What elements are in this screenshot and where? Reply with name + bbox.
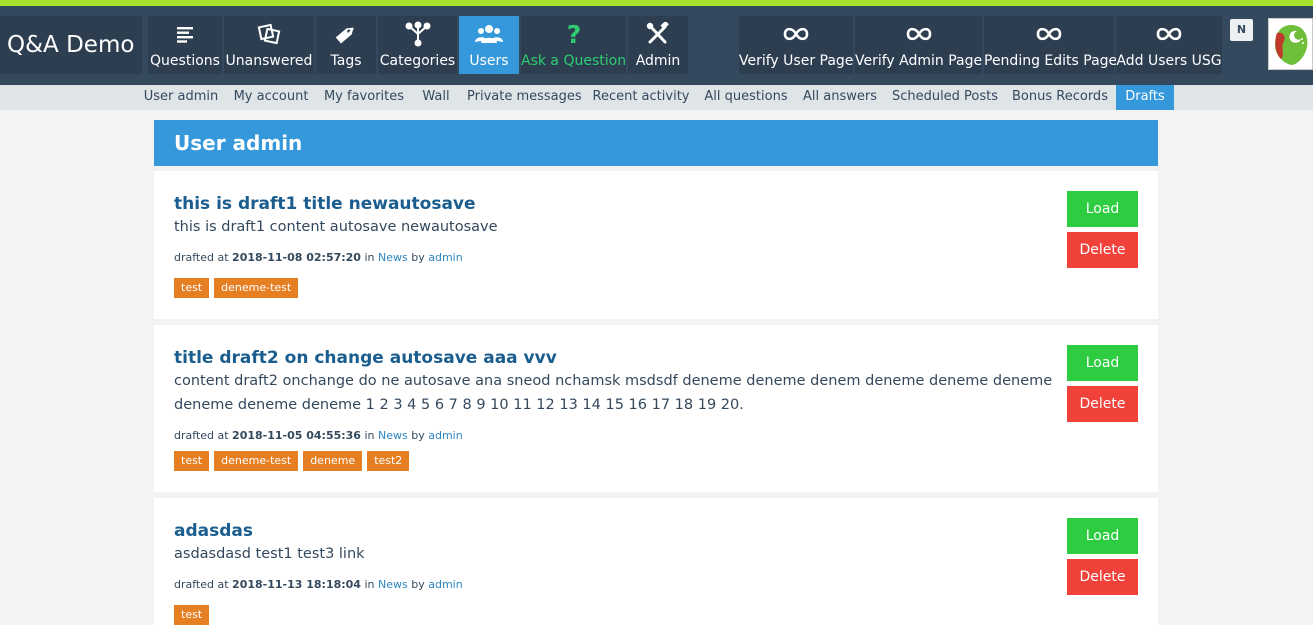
nav-verify-user-page[interactable]: Verify User Page bbox=[739, 16, 853, 74]
draft-title[interactable]: this is draft1 title newautosave bbox=[174, 194, 476, 214]
meta-prefix: drafted at bbox=[174, 578, 229, 591]
draft-title[interactable]: adasdas bbox=[174, 521, 253, 541]
nav-questions-label: Questions bbox=[150, 53, 220, 69]
nav-users[interactable]: Users bbox=[459, 16, 519, 74]
nav-pending-edits-page[interactable]: Pending Edits Page bbox=[984, 16, 1118, 74]
notification-badge[interactable]: N bbox=[1230, 19, 1253, 41]
subnav-all-answers[interactable]: All answers bbox=[801, 85, 879, 110]
delete-button[interactable]: Delete bbox=[1067, 559, 1138, 595]
tag-list: test deneme-test bbox=[174, 278, 299, 298]
nav-categories-label: Categories bbox=[379, 53, 456, 69]
meta-in: in bbox=[364, 251, 375, 264]
infinity-icon bbox=[1116, 22, 1222, 46]
sub-navigation: User admin My account My favorites Wall … bbox=[0, 85, 1313, 110]
nav-verify-user-label: Verify User Page bbox=[739, 53, 854, 69]
nav-tags-label: Tags bbox=[330, 53, 362, 69]
meta-prefix: drafted at bbox=[174, 429, 229, 442]
load-button[interactable]: Load bbox=[1067, 345, 1138, 381]
author-link[interactable]: admin bbox=[428, 429, 462, 442]
nav-admin-label: Admin bbox=[635, 53, 681, 69]
infinity-icon bbox=[855, 22, 982, 46]
tag-link[interactable]: deneme-test bbox=[214, 278, 299, 298]
nav-verify-admin-page[interactable]: Verify Admin Page bbox=[855, 16, 982, 74]
nav-add-users-usg[interactable]: Add Users USG bbox=[1116, 16, 1222, 74]
category-link[interactable]: News bbox=[378, 429, 408, 442]
subnav-recent-activity[interactable]: Recent activity bbox=[592, 85, 690, 110]
squares-icon bbox=[224, 22, 314, 46]
nav-ask-question[interactable]: ? Ask a Question bbox=[521, 16, 626, 74]
draft-card: title draft2 on change autosave aaa vvv … bbox=[154, 325, 1158, 492]
question-mark-icon: ? bbox=[521, 21, 626, 47]
subnav-my-account[interactable]: My account bbox=[230, 85, 312, 110]
draft-date: 2018-11-08 02:57:20 bbox=[232, 251, 361, 264]
nav-admin[interactable]: Admin bbox=[628, 16, 688, 74]
subnav-user-admin[interactable]: User admin bbox=[142, 85, 220, 110]
main-navbar: Q&A Demo Questions Unanswered Tags Categ… bbox=[0, 6, 1313, 85]
page-title: User admin bbox=[154, 120, 1158, 166]
nav-unanswered-label: Unanswered bbox=[225, 53, 313, 69]
draft-meta: drafted at 2018-11-08 02:57:20 in News b… bbox=[174, 251, 463, 264]
draft-title[interactable]: title draft2 on change autosave aaa vvv bbox=[174, 348, 557, 368]
draft-content: asdasdasd test1 test3 link bbox=[174, 546, 365, 562]
tag-link[interactable]: test bbox=[174, 605, 210, 625]
draft-content: this is draft1 content autosave newautos… bbox=[174, 219, 498, 235]
site-logo[interactable]: Q&A Demo bbox=[0, 16, 142, 74]
nav-tags[interactable]: Tags bbox=[316, 16, 376, 74]
meta-prefix: drafted at bbox=[174, 251, 229, 264]
tag-link[interactable]: deneme-test bbox=[214, 451, 299, 471]
branch-icon bbox=[378, 21, 457, 47]
meta-in: in bbox=[364, 429, 375, 442]
subnav-scheduled-posts[interactable]: Scheduled Posts bbox=[891, 85, 999, 110]
delete-button[interactable]: Delete bbox=[1067, 386, 1138, 422]
meta-by: by bbox=[411, 578, 425, 591]
draft-meta: drafted at 2018-11-13 18:18:04 in News b… bbox=[174, 578, 463, 591]
delete-button[interactable]: Delete bbox=[1067, 232, 1138, 268]
draft-meta: drafted at 2018-11-05 04:55:36 in News b… bbox=[174, 429, 463, 442]
nav-categories[interactable]: Categories bbox=[378, 16, 457, 74]
draft-card: adasdas asdasdasd test1 test3 link draft… bbox=[154, 498, 1158, 625]
nav-ask-label: Ask a Question bbox=[521, 53, 627, 69]
tag-link[interactable]: test bbox=[174, 278, 210, 298]
tools-icon bbox=[628, 22, 688, 46]
subnav-private-messages[interactable]: Private messages bbox=[467, 85, 582, 110]
category-link[interactable]: News bbox=[378, 251, 408, 264]
meta-by: by bbox=[411, 251, 425, 264]
author-link[interactable]: admin bbox=[428, 251, 462, 264]
draft-content: content draft2 onchange do ne autosave a… bbox=[174, 373, 1053, 413]
subnav-all-questions[interactable]: All questions bbox=[702, 85, 790, 110]
author-link[interactable]: admin bbox=[428, 578, 462, 591]
meta-in: in bbox=[364, 578, 375, 591]
subnav-wall[interactable]: Wall bbox=[418, 85, 454, 110]
subnav-bonus-records[interactable]: Bonus Records bbox=[1011, 85, 1109, 110]
tag-link[interactable]: test bbox=[174, 451, 210, 471]
nav-verify-admin-label: Verify Admin Page bbox=[855, 53, 983, 69]
load-button[interactable]: Load bbox=[1067, 518, 1138, 554]
user-avatar[interactable] bbox=[1268, 18, 1313, 70]
tag-link[interactable]: deneme bbox=[303, 451, 363, 471]
list-icon bbox=[148, 22, 222, 46]
tag-list: test deneme-test deneme test2 bbox=[174, 451, 410, 471]
infinity-icon bbox=[739, 22, 853, 46]
draft-card: this is draft1 title newautosave this is… bbox=[154, 171, 1158, 319]
tag-link[interactable]: test2 bbox=[367, 451, 410, 471]
nav-unanswered[interactable]: Unanswered bbox=[224, 16, 314, 74]
nav-users-label: Users bbox=[469, 53, 509, 69]
meta-by: by bbox=[411, 429, 425, 442]
tag-icon bbox=[316, 22, 376, 46]
subnav-my-favorites[interactable]: My favorites bbox=[321, 85, 407, 110]
users-icon bbox=[459, 22, 519, 46]
nav-add-users-label: Add Users USG bbox=[1116, 53, 1222, 69]
infinity-icon bbox=[984, 22, 1114, 46]
nav-questions[interactable]: Questions bbox=[148, 16, 222, 74]
nav-pending-edits-label: Pending Edits Page bbox=[984, 53, 1118, 69]
svg-text:?: ? bbox=[566, 21, 581, 47]
draft-date: 2018-11-13 18:18:04 bbox=[232, 578, 361, 591]
draft-date: 2018-11-05 04:55:36 bbox=[232, 429, 361, 442]
subnav-drafts[interactable]: Drafts bbox=[1116, 85, 1174, 110]
load-button[interactable]: Load bbox=[1067, 191, 1138, 227]
tag-list: test bbox=[174, 605, 210, 625]
category-link[interactable]: News bbox=[378, 578, 408, 591]
